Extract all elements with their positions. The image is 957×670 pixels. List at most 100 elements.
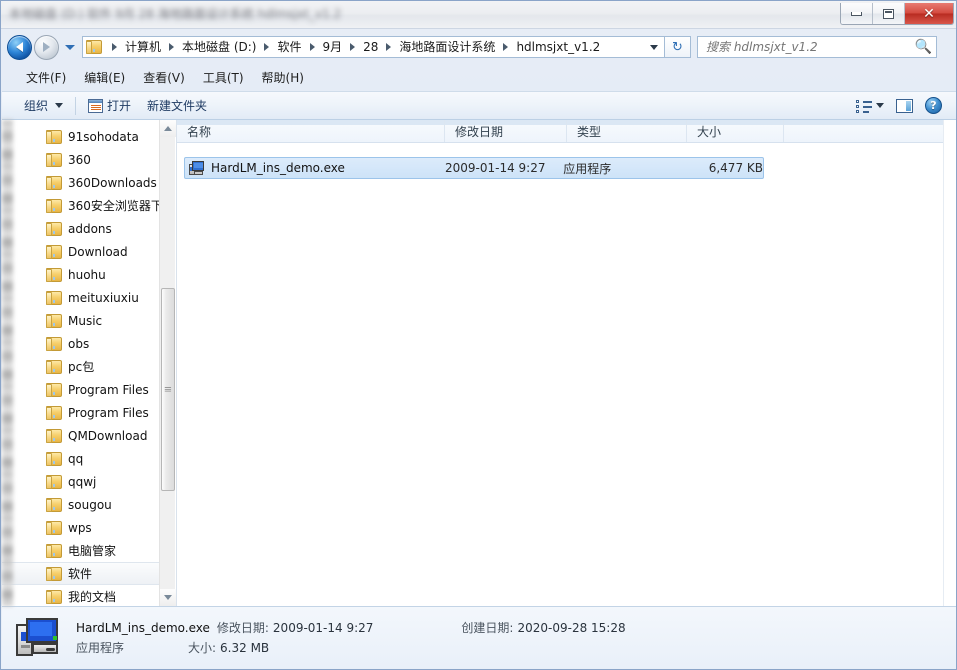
window-title: 本地磁盘 (D:) 软件 9月 28 海地路面设计系统 hdlmsjxt_v1.… (9, 7, 342, 21)
sidebar-item-label: obs (68, 336, 90, 351)
scroll-up-button[interactable] (160, 120, 176, 137)
breadcrumb-item-4[interactable]: 28 (359, 37, 382, 57)
file-name: HardLM_ins_demo.exe (211, 161, 345, 175)
address-bar[interactable]: 计算机 本地磁盘 (D:) 软件 9月 28 海地路面设计系统 hdlmsjxt… (82, 36, 665, 58)
column-header-size[interactable]: 大小 (687, 120, 784, 142)
sidebar-item-program-files-x86[interactable]: Program Files (2, 401, 160, 424)
details-created-label: 创建日期: (461, 621, 514, 635)
details-type-value: 应用程序 (76, 641, 125, 655)
folder-icon (46, 428, 62, 443)
column-header-label: 名称 (187, 124, 212, 139)
sidebar-item-label: wps (68, 520, 92, 535)
maximize-icon (883, 8, 894, 19)
sidebar-item-91sohodata[interactable]: 91sohodata (2, 125, 160, 148)
maximize-button[interactable] (873, 3, 905, 24)
refresh-button[interactable]: ↻ (665, 36, 691, 58)
sidebar-item-music[interactable]: Music (2, 309, 160, 332)
menu-item-edit[interactable]: 编辑(E) (75, 66, 134, 89)
change-view-button[interactable] (851, 96, 889, 116)
sidebar-item-huohu[interactable]: huohu (2, 263, 160, 286)
sidebar-item-diannaoguanjia[interactable]: 电脑管家 (2, 539, 160, 562)
sidebar-item-label: qqwj (68, 474, 97, 489)
back-button[interactable] (7, 34, 32, 60)
preview-pane-button[interactable] (891, 96, 918, 116)
details-file-name: HardLM_ins_demo.exe (76, 621, 210, 635)
sidebar-item-ruanjian[interactable]: 软件 (2, 562, 160, 585)
address-dropdown-button[interactable] (645, 37, 662, 57)
forward-button[interactable] (34, 34, 59, 60)
scroll-down-button[interactable] (160, 589, 176, 606)
arrow-right-icon (43, 42, 50, 52)
menu-item-tools[interactable]: 工具(T) (194, 66, 253, 89)
close-button[interactable]: ✕ (905, 3, 953, 24)
open-button[interactable]: 打开 (80, 93, 139, 118)
minimize-icon (851, 11, 862, 16)
views-icon (856, 99, 873, 113)
folder-icon (46, 221, 62, 236)
sidebar-item-label: QMDownload (68, 428, 148, 443)
menu-item-file[interactable]: 文件(F) (17, 66, 75, 89)
new-folder-button[interactable]: 新建文件夹 (139, 93, 215, 118)
sidebar-item-qmdownload[interactable]: QMDownload (2, 424, 160, 447)
column-header-name[interactable]: 名称 (177, 120, 445, 142)
minimize-button[interactable] (841, 3, 873, 24)
details-size-value: 6.32 MB (220, 641, 270, 655)
details-modified-value: 2009-01-14 9:27 (272, 621, 374, 635)
sidebar-item-360downloads[interactable]: 360Downloads (2, 171, 160, 194)
sidebar-item-360browser[interactable]: 360安全浏览器下载 (2, 194, 175, 217)
folder-icon (46, 359, 62, 374)
breadcrumb-separator-icon (112, 43, 117, 51)
navigation-bar: 计算机 本地磁盘 (D:) 软件 9月 28 海地路面设计系统 hdlmsjxt… (1, 30, 956, 64)
sidebar-item-meituxiuxiu[interactable]: meituxiuxiu (2, 286, 160, 309)
help-icon: ? (925, 97, 942, 114)
details-created-value: 2020-09-28 15:28 (517, 621, 626, 635)
breadcrumb-item-5[interactable]: 海地路面设计系统 (395, 37, 499, 57)
help-button[interactable]: ? (920, 94, 947, 117)
sidebar-item-download[interactable]: Download (2, 240, 160, 263)
new-folder-label: 新建文件夹 (147, 99, 208, 113)
sidebar-item-qq[interactable]: qq (2, 447, 160, 470)
column-header-label: 修改日期 (455, 124, 504, 139)
sidebar-item-label: Program Files (68, 405, 149, 420)
folder-icon (46, 566, 62, 581)
sidebar-item-addons[interactable]: addons (2, 217, 160, 240)
search-box[interactable]: 🔍 (697, 36, 937, 58)
sidebar-item-wps[interactable]: wps (2, 516, 160, 539)
details-modified-label: 修改日期: (216, 621, 269, 635)
command-bar-right: ? (851, 94, 956, 117)
sidebar-item-label: huohu (68, 267, 106, 282)
breadcrumb-item-0[interactable]: 计算机 (121, 37, 165, 57)
sidebar-item-label: Program Files (68, 382, 149, 397)
sidebar-item-wodewendang[interactable]: 我的文档 (2, 585, 160, 606)
column-header-date-modified[interactable]: 修改日期 (445, 120, 567, 142)
breadcrumb-item-3[interactable]: 9月 (319, 37, 347, 57)
breadcrumb-item-1[interactable]: 本地磁盘 (D:) (178, 37, 260, 57)
sidebar-item-obs[interactable]: obs (2, 332, 160, 355)
menu-bar: 文件(F) 编辑(E) 查看(V) 工具(T) 帮助(H) (1, 65, 956, 90)
cell-date-modified: 2009-01-14 9:27 (444, 161, 546, 175)
folder-icon (46, 129, 62, 144)
breadcrumb-item-2[interactable]: 软件 (273, 37, 305, 57)
file-list-pane[interactable]: 名称 修改日期 类型 大小 HardLM_ins_demo.exe 2009-0… (177, 120, 956, 606)
search-input[interactable] (706, 40, 915, 54)
sidebar-item-qqwj[interactable]: qqwj (2, 470, 160, 493)
sidebar-item-program-files[interactable]: Program Files (2, 378, 160, 401)
recent-locations-button[interactable] (63, 44, 77, 50)
table-row[interactable]: HardLM_ins_demo.exe 2009-01-14 9:27 应用程序… (184, 157, 764, 179)
content-area: 91sohodata 360 360Downloads 360安全浏览器下载 a… (2, 120, 956, 606)
breadcrumb-item-6[interactable]: hdlmsjxt_v1.2 (512, 37, 604, 57)
column-header-type[interactable]: 类型 (567, 120, 687, 142)
menu-item-help[interactable]: 帮助(H) (253, 66, 313, 89)
sidebar-item-sougou[interactable]: sougou (2, 493, 160, 516)
sidebar-item-pcbao[interactable]: pc包 (2, 355, 160, 378)
sidebar-item-360[interactable]: 360 (2, 148, 160, 171)
menu-item-view[interactable]: 查看(V) (134, 66, 194, 89)
folder-icon (46, 244, 62, 259)
details-line-2: 应用程序 大小: 6.32 MB (76, 639, 626, 656)
organize-button[interactable]: 组织 (16, 93, 71, 118)
breadcrumb-separator-icon (264, 43, 270, 51)
file-pane-right-edge (943, 120, 956, 606)
scrollbar-thumb[interactable] (161, 288, 175, 491)
folder-icon (46, 198, 62, 213)
navigation-pane-scrollbar[interactable] (159, 120, 176, 606)
